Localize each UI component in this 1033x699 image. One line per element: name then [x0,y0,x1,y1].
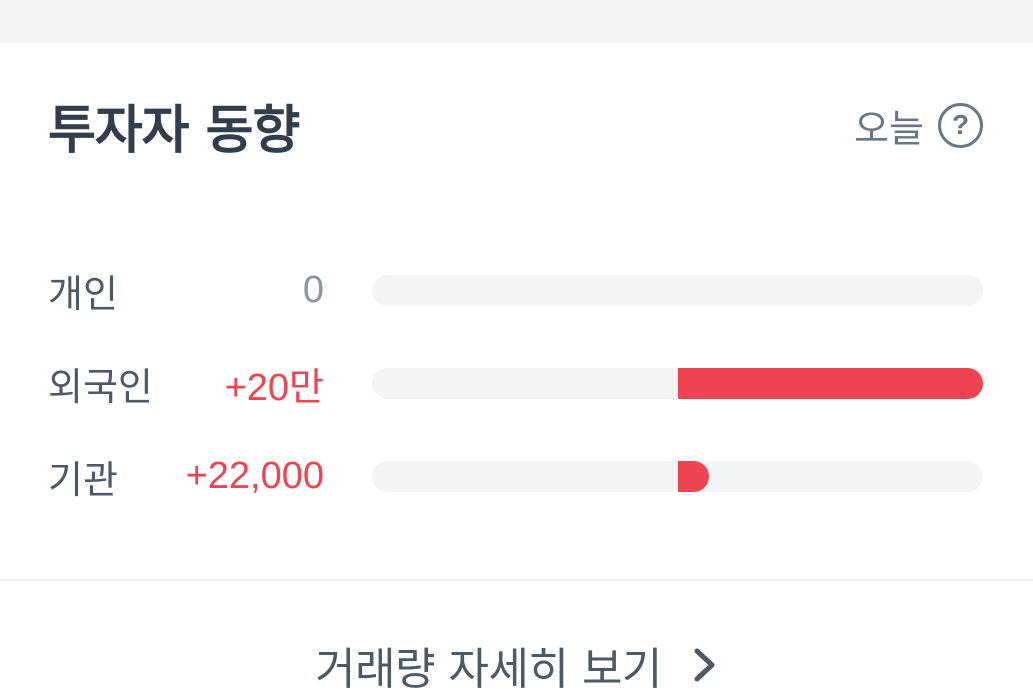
investor-label: 기관 [48,457,118,502]
volume-detail-label: 거래량 자세히 보기 [315,643,662,695]
investor-bar-track [372,274,983,306]
investor-bar-fill [677,460,709,492]
investor-value: +20만 [224,366,324,409]
card-title: 투자자 동향 [48,100,300,161]
investor-bar-track [372,460,983,492]
investor-row-institution: 기관 +22,000 [48,448,983,504]
period-selector[interactable]: 오늘 ? [854,98,983,153]
investor-label: 외국인 [48,364,153,409]
investor-row-individual: 개인 0 [48,262,983,318]
investor-value: +22,000 [185,454,324,497]
top-strip [0,0,1033,43]
card-header: 투자자 동향 오늘 ? [48,95,983,161]
investor-label: 개인 [48,271,118,316]
investor-bar-track [372,367,983,399]
investor-value: 0 [302,268,324,311]
chevron-right-icon [694,648,715,681]
volume-detail-link[interactable]: 거래량 자세히 보기 [0,630,1033,699]
help-question-icon[interactable]: ? [938,102,983,148]
divider [0,579,1033,581]
investor-bar-fill [677,367,983,399]
period-label: 오늘 [854,106,924,151]
investor-row-foreign: 외국인 +20만 [48,355,983,411]
